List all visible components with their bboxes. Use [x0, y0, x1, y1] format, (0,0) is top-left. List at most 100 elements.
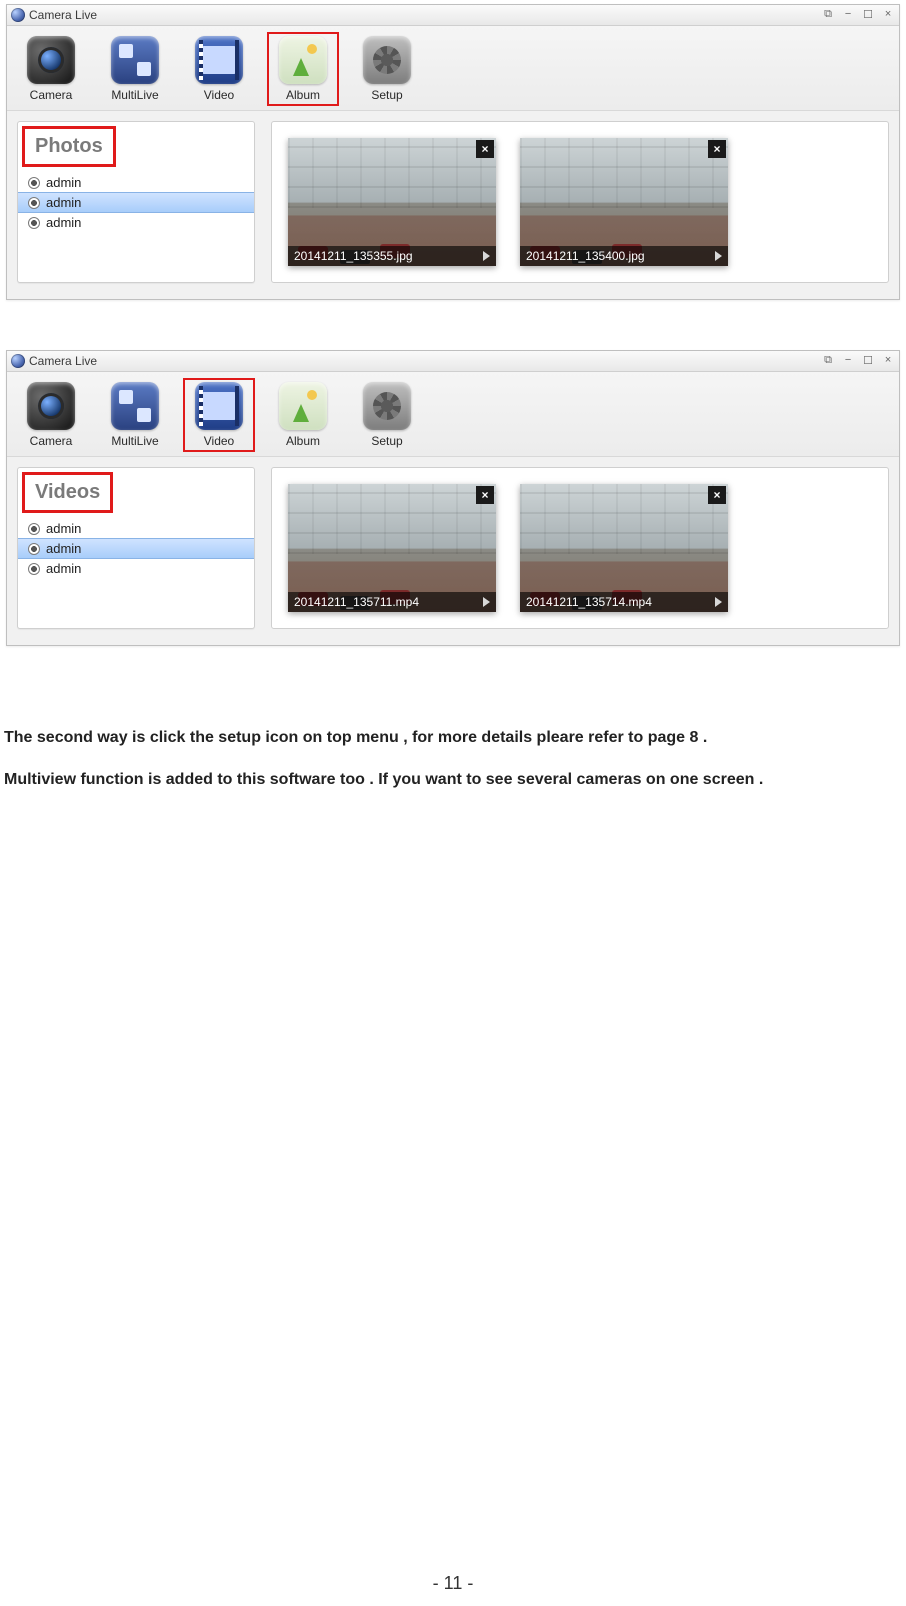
- thumbnail-area: × 20141211_135355.jpg × 20141211_135400.…: [271, 121, 889, 283]
- list-item-label: admin: [46, 541, 81, 556]
- toolbar-label: Setup: [371, 88, 402, 102]
- titlebar: Camera Live ⧉ − ☐ ×: [7, 5, 899, 26]
- radio-icon: [28, 563, 40, 575]
- radio-icon: [28, 217, 40, 229]
- thumbnail-area: × 20141211_135711.mp4 × 20141211_135714.…: [271, 467, 889, 629]
- radio-icon: [28, 177, 40, 189]
- camera-icon: [27, 382, 75, 430]
- toolbar-label: Album: [286, 88, 320, 102]
- toolbar-multilive[interactable]: MultiLive: [99, 32, 171, 106]
- setup-icon: [363, 36, 411, 84]
- thumbnail-caption: 20141211_135400.jpg: [520, 246, 728, 266]
- maximize-icon[interactable]: ☐: [861, 354, 875, 368]
- window-title: Camera Live: [29, 8, 97, 22]
- content-row: Videos admin admin admin: [7, 456, 899, 645]
- thumbnail-caption: 20141211_135355.jpg: [288, 246, 496, 266]
- photo-thumbnail[interactable]: × 20141211_135355.jpg: [288, 138, 496, 266]
- sidebar: Videos admin admin admin: [17, 467, 255, 629]
- panel-title: Photos: [22, 126, 116, 167]
- album-icon: [279, 36, 327, 84]
- content-row: Photos admin admin admin: [7, 110, 899, 299]
- camera-icon: [27, 36, 75, 84]
- radio-icon: [28, 523, 40, 535]
- radio-icon: [28, 543, 40, 555]
- window-controls: ⧉ − ☐ ×: [821, 8, 895, 22]
- thumbnail-filename: 20141211_135400.jpg: [526, 249, 645, 263]
- user-list: admin admin admin: [18, 171, 254, 242]
- video-thumbnail[interactable]: × 20141211_135714.mp4: [520, 484, 728, 612]
- thumbnail-close-icon[interactable]: ×: [476, 140, 494, 158]
- page-number: - 11 -: [0, 1573, 906, 1594]
- window-controls: ⧉ − ☐ ×: [821, 354, 895, 368]
- thumbnail-caption: 20141211_135711.mp4: [288, 592, 496, 612]
- popout-icon[interactable]: ⧉: [821, 354, 835, 368]
- toolbar-video[interactable]: Video: [183, 32, 255, 106]
- document-page: Camera Live ⧉ − ☐ × Camera MultiLive Vid…: [0, 4, 906, 1606]
- toolbar-label: Camera: [30, 434, 73, 448]
- app-window-album: Camera Live ⧉ − ☐ × Camera MultiLive Vid…: [6, 4, 900, 300]
- list-item[interactable]: admin: [18, 213, 254, 232]
- list-item-label: admin: [46, 195, 81, 210]
- toolbar-setup[interactable]: Setup: [351, 32, 423, 106]
- minimize-icon[interactable]: −: [841, 354, 855, 368]
- play-icon[interactable]: [483, 251, 490, 261]
- list-item[interactable]: admin: [18, 173, 254, 192]
- close-icon[interactable]: ×: [881, 8, 895, 22]
- app-icon: [11, 354, 25, 368]
- app-window-video: Camera Live ⧉ − ☐ × Camera MultiLive Vid…: [6, 350, 900, 646]
- thumbnail-close-icon[interactable]: ×: [708, 486, 726, 504]
- toolbar-multilive[interactable]: MultiLive: [99, 378, 171, 452]
- photo-thumbnail[interactable]: × 20141211_135400.jpg: [520, 138, 728, 266]
- close-icon[interactable]: ×: [881, 354, 895, 368]
- app-icon: [11, 8, 25, 22]
- toolbar-label: Camera: [30, 88, 73, 102]
- toolbar-label: MultiLive: [111, 88, 158, 102]
- list-item-label: admin: [46, 521, 81, 536]
- toolbar-label: Video: [204, 88, 234, 102]
- list-item[interactable]: admin: [18, 519, 254, 538]
- multilive-icon: [111, 36, 159, 84]
- toolbar-label: Video: [204, 434, 234, 448]
- sidebar: Photos admin admin admin: [17, 121, 255, 283]
- popout-icon[interactable]: ⧉: [821, 8, 835, 22]
- list-item[interactable]: admin: [18, 192, 254, 213]
- list-item[interactable]: admin: [18, 538, 254, 559]
- play-icon[interactable]: [715, 597, 722, 607]
- thumbnail-caption: 20141211_135714.mp4: [520, 592, 728, 612]
- list-item-label: admin: [46, 175, 81, 190]
- titlebar: Camera Live ⧉ − ☐ ×: [7, 351, 899, 372]
- play-icon[interactable]: [483, 597, 490, 607]
- toolbar-video[interactable]: Video: [183, 378, 255, 452]
- toolbar-album[interactable]: Album: [267, 32, 339, 106]
- toolbar-label: Setup: [371, 434, 402, 448]
- toolbar: Camera MultiLive Video Album Setup: [7, 26, 899, 110]
- thumbnail-close-icon[interactable]: ×: [476, 486, 494, 504]
- video-icon: [195, 36, 243, 84]
- toolbar-label: Album: [286, 434, 320, 448]
- toolbar-camera[interactable]: Camera: [15, 32, 87, 106]
- body-paragraph: Multiview function is added to this soft…: [4, 768, 900, 792]
- video-icon: [195, 382, 243, 430]
- play-icon[interactable]: [715, 251, 722, 261]
- thumbnail-filename: 20141211_135714.mp4: [526, 595, 652, 609]
- list-item-label: admin: [46, 561, 81, 576]
- panel-title: Videos: [22, 472, 113, 513]
- list-item-label: admin: [46, 215, 81, 230]
- video-thumbnail[interactable]: × 20141211_135711.mp4: [288, 484, 496, 612]
- setup-icon: [363, 382, 411, 430]
- thumbnail-close-icon[interactable]: ×: [708, 140, 726, 158]
- body-paragraph: The second way is click the setup icon o…: [4, 726, 900, 750]
- user-list: admin admin admin: [18, 517, 254, 588]
- window-title: Camera Live: [29, 354, 97, 368]
- list-item[interactable]: admin: [18, 559, 254, 578]
- toolbar-camera[interactable]: Camera: [15, 378, 87, 452]
- radio-icon: [28, 197, 40, 209]
- minimize-icon[interactable]: −: [841, 8, 855, 22]
- album-icon: [279, 382, 327, 430]
- multilive-icon: [111, 382, 159, 430]
- toolbar-album[interactable]: Album: [267, 378, 339, 452]
- toolbar-setup[interactable]: Setup: [351, 378, 423, 452]
- toolbar-label: MultiLive: [111, 434, 158, 448]
- maximize-icon[interactable]: ☐: [861, 8, 875, 22]
- thumbnail-filename: 20141211_135711.mp4: [294, 595, 419, 609]
